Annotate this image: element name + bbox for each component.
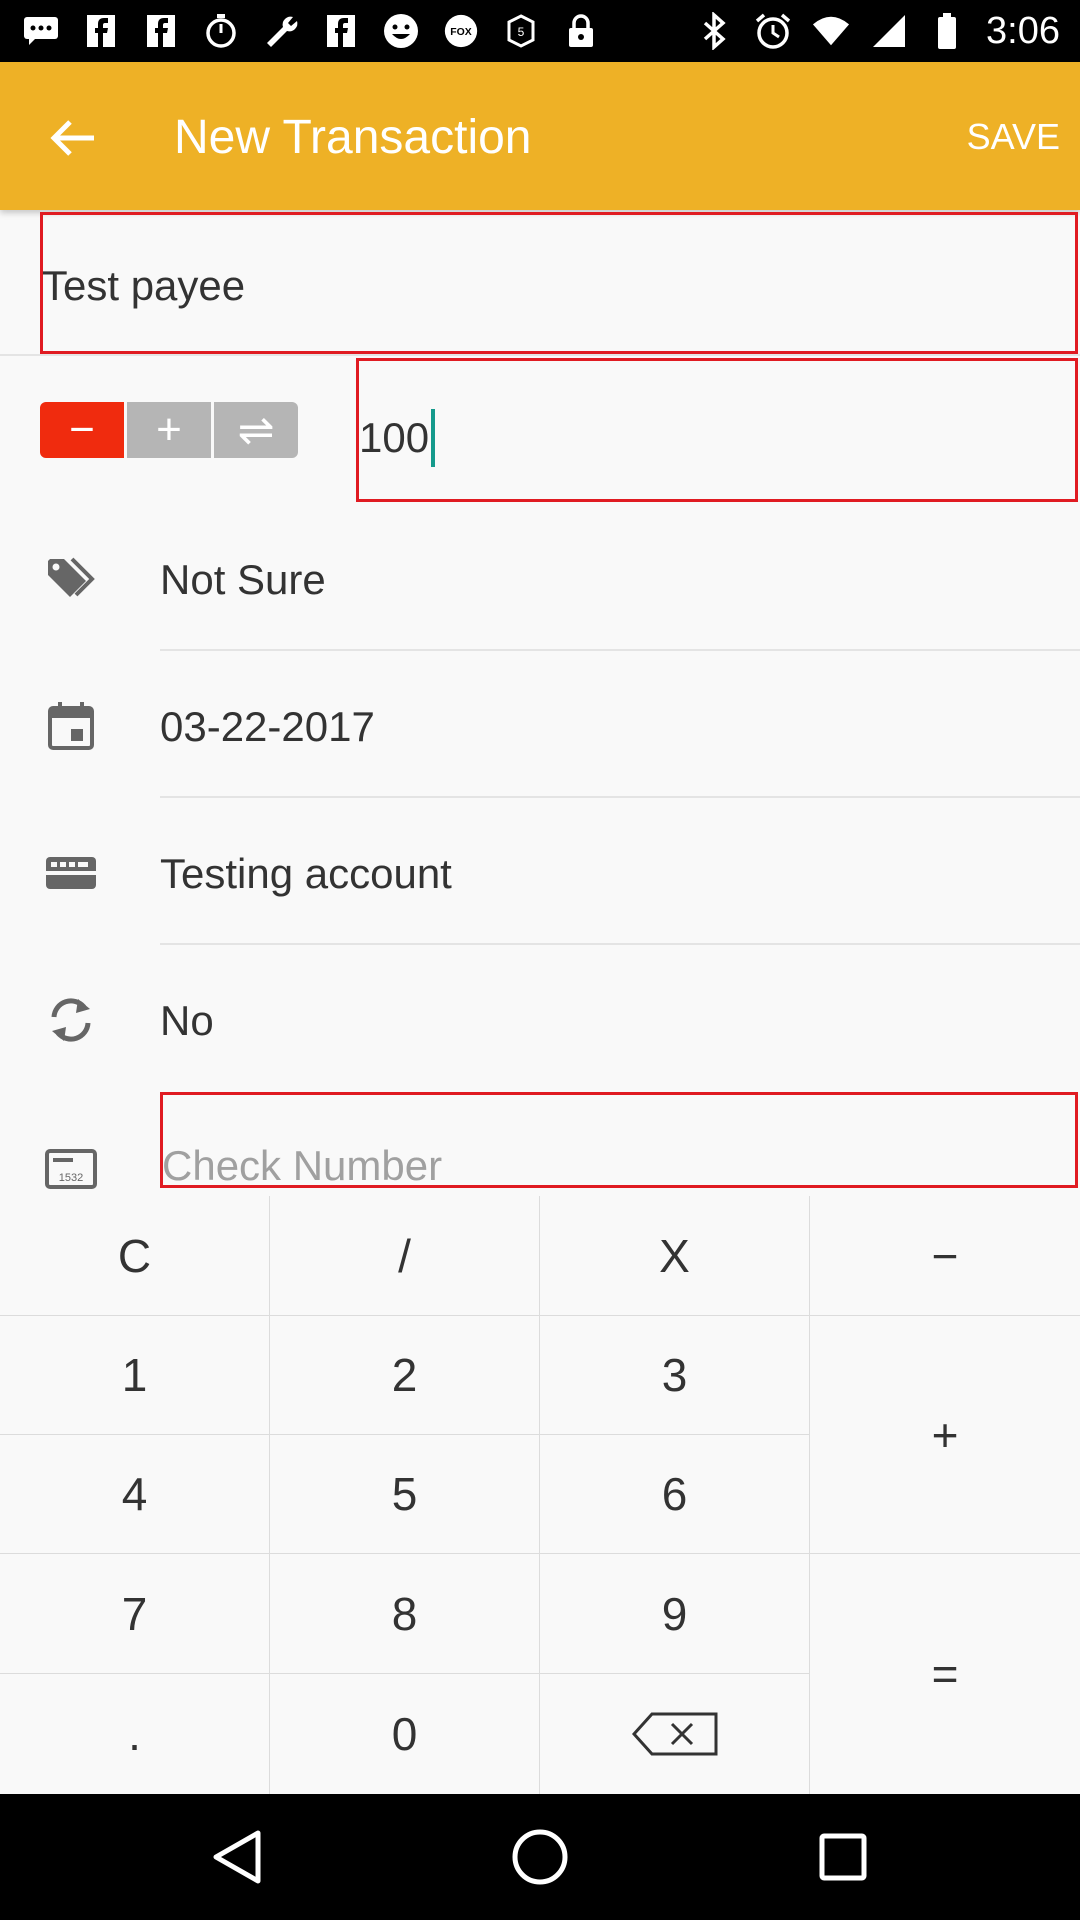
clock: 3:06	[986, 9, 1060, 52]
wrench-icon	[262, 12, 300, 50]
bluetooth-icon	[696, 12, 734, 50]
system-icons: 3:06	[696, 8, 1060, 54]
category-row[interactable]: Not Sure	[0, 504, 1080, 651]
date-row[interactable]: 03-22-2017	[0, 651, 1080, 798]
app-bar: New Transaction SAVE	[0, 62, 1080, 210]
recurring-row[interactable]: No	[0, 945, 1080, 1092]
date-value: 03-22-2017	[160, 703, 375, 750]
amount-field[interactable]: 100	[356, 358, 1078, 502]
key-9[interactable]: 9	[540, 1554, 810, 1674]
notification-icons: FOX 5	[22, 10, 600, 52]
income-toggle[interactable]: +	[127, 402, 211, 458]
facebook-icon	[82, 12, 120, 50]
key-plus[interactable]: +	[810, 1316, 1080, 1554]
key-clear[interactable]: C	[0, 1196, 270, 1316]
key-divide[interactable]: /	[270, 1196, 540, 1316]
key-4[interactable]: 4	[0, 1435, 270, 1554]
backspace-icon	[631, 1712, 717, 1756]
amount-input[interactable]: 100	[359, 409, 436, 467]
key-decimal[interactable]: .	[0, 1674, 270, 1794]
battery-icon	[928, 12, 966, 50]
key-7[interactable]: 7	[0, 1554, 270, 1674]
facebook-icon	[322, 12, 360, 50]
alarm-icon	[754, 12, 792, 50]
category-value: Not Sure	[160, 556, 326, 603]
key-2[interactable]: 2	[270, 1316, 540, 1435]
key-equals[interactable]: =	[810, 1554, 1080, 1794]
fox-sports-icon: FOX	[442, 12, 480, 50]
system-nav-bar	[0, 1794, 1080, 1920]
key-backspace[interactable]	[540, 1674, 810, 1794]
key-8[interactable]: 8	[270, 1554, 540, 1674]
chat-icon	[22, 12, 60, 50]
account-value: Testing account	[160, 850, 452, 897]
save-button[interactable]: SAVE	[967, 116, 1060, 158]
page-title: New Transaction	[174, 111, 532, 164]
back-button[interactable]	[36, 102, 108, 174]
calculator-keypad: C / X − 1 2 3 + 4 5 6 7 8 9 = . 0	[0, 1196, 1080, 1794]
account-row[interactable]: Testing account	[0, 798, 1080, 945]
app-icon: 5	[502, 12, 540, 50]
amount-value: 100	[359, 414, 430, 461]
repeat-icon	[44, 995, 98, 1045]
recents-nav-icon[interactable]	[810, 1824, 876, 1890]
text-cursor	[431, 409, 436, 467]
svg-text:1532: 1532	[59, 1172, 83, 1184]
check-icon: 1532	[44, 1144, 98, 1194]
key-0[interactable]: 0	[270, 1674, 540, 1794]
amount-row: − + ⇌ 100	[0, 358, 1080, 504]
calendar-icon	[44, 701, 98, 751]
signal-icon	[870, 12, 908, 50]
check-number-input[interactable]: Check Number	[162, 1142, 442, 1190]
status-bar: FOX 5 3:06	[0, 0, 1080, 62]
home-nav-icon[interactable]	[507, 1824, 573, 1890]
key-5[interactable]: 5	[270, 1435, 540, 1554]
facebook-icon	[142, 12, 180, 50]
svg-text:5: 5	[518, 25, 525, 39]
smiley-icon	[382, 12, 420, 50]
payee-row: Test payee	[0, 210, 1080, 356]
key-6[interactable]: 6	[540, 1435, 810, 1554]
key-minus[interactable]: −	[810, 1196, 1080, 1316]
tag-icon	[44, 554, 98, 604]
credit-card-icon	[44, 848, 98, 898]
wifi-icon	[812, 12, 850, 50]
recurring-value: No	[160, 997, 214, 1044]
stopwatch-icon	[202, 12, 240, 50]
key-3[interactable]: 3	[540, 1316, 810, 1435]
lock-icon	[562, 12, 600, 50]
key-multiply[interactable]: X	[540, 1196, 810, 1316]
expense-toggle[interactable]: −	[40, 402, 124, 458]
key-1[interactable]: 1	[0, 1316, 270, 1435]
back-nav-icon[interactable]	[204, 1824, 270, 1890]
arrow-left-icon	[50, 120, 94, 156]
payee-input[interactable]: Test payee	[42, 262, 245, 310]
transfer-toggle[interactable]: ⇌	[214, 402, 298, 458]
svg-text:FOX: FOX	[450, 27, 471, 38]
